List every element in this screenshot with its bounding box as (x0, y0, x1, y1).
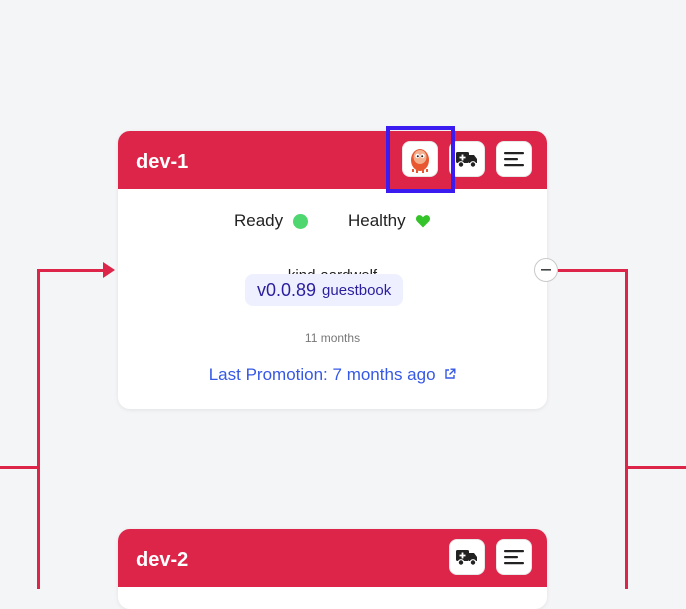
freight-age: 11 months (304, 331, 361, 345)
highlight-box (386, 126, 455, 193)
freight-badge[interactable]: v0.0.89 guestbook (245, 274, 404, 306)
ready-dot-icon (293, 213, 309, 229)
healthy-label: Healthy (348, 211, 406, 230)
minus-icon (541, 269, 551, 271)
edge-arrow-icon (103, 262, 115, 278)
last-promotion-time: 7 months ago (332, 365, 436, 384)
promote-truck-icon (456, 152, 477, 168)
stage-header: dev-2 (118, 529, 547, 587)
promote-button[interactable] (449, 539, 485, 575)
ready-status: Ready (234, 211, 309, 231)
edge-left-horizontal-mid (0, 466, 40, 469)
edge-left-vertical (37, 269, 40, 589)
stage-card-dev-1[interactable]: dev-1 Ready Healthy v0.0.89 guestbook 11… (118, 131, 547, 409)
last-promotion-label: Last Promotion: (208, 365, 328, 384)
edge-left-horizontal-top (37, 269, 105, 272)
stage-card-dev-2[interactable]: dev-2 (118, 529, 547, 609)
stage-menu-button[interactable] (496, 539, 532, 575)
collapse-button[interactable] (534, 258, 558, 282)
stage-header: dev-1 (118, 131, 547, 189)
promote-truck-icon (456, 550, 477, 566)
status-row: Ready Healthy (118, 211, 547, 233)
health-status: Healthy (348, 211, 430, 231)
last-promotion-link[interactable]: Last Promotion: 7 months ago (118, 365, 547, 385)
heart-icon (415, 214, 430, 227)
stage-menu-button[interactable] (496, 141, 532, 177)
menu-icon (504, 550, 524, 565)
edge-right-vertical (625, 269, 628, 589)
edge-right-horizontal-mid (625, 466, 686, 469)
stage-title: dev-2 (136, 549, 189, 571)
ready-label: Ready (234, 211, 284, 230)
edge-right-horizontal-top (558, 269, 628, 272)
stage-title: dev-1 (136, 151, 189, 173)
menu-icon (504, 152, 524, 167)
external-link-icon (445, 368, 456, 379)
freight-image: guestbook (322, 281, 392, 299)
freight-version: v0.0.89 (257, 279, 317, 300)
